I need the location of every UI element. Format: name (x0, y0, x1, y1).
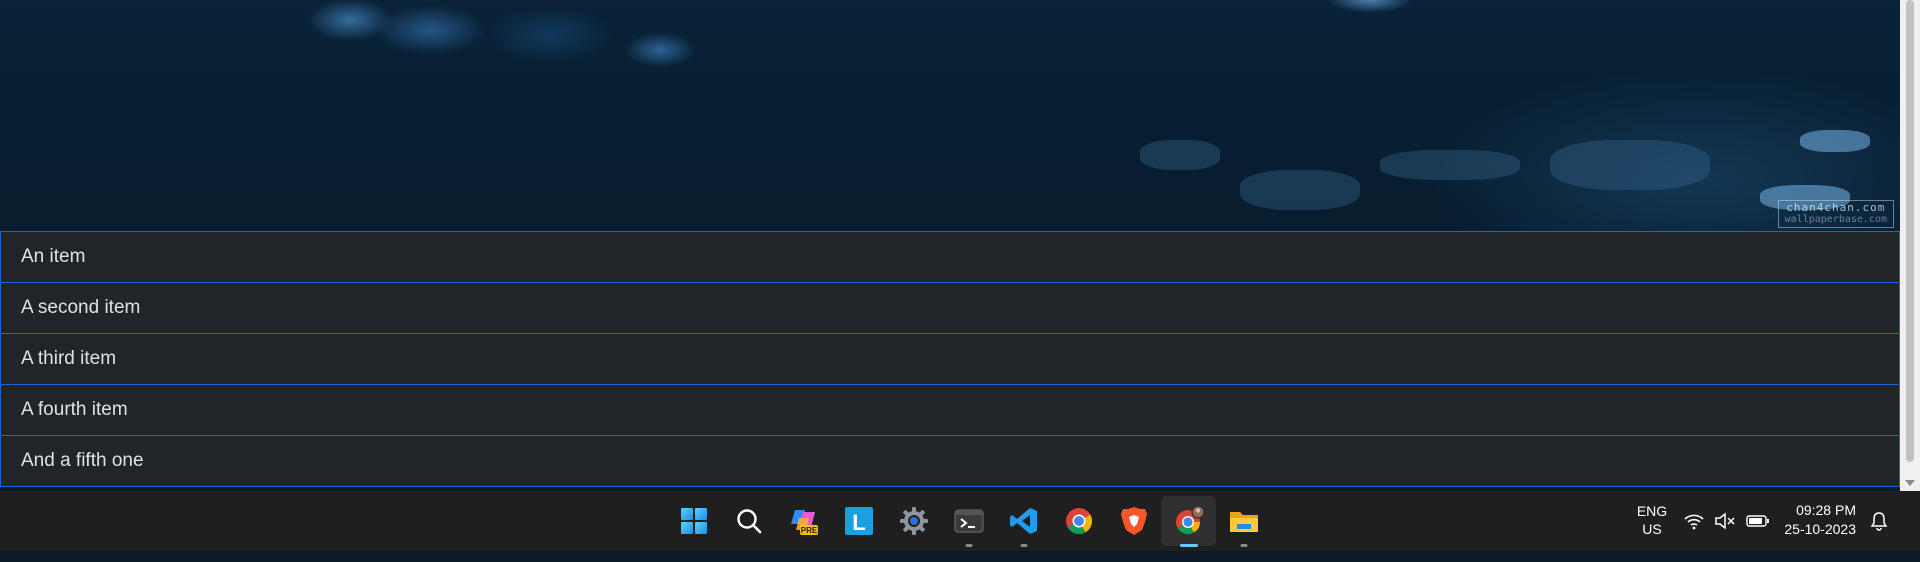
launcher-l-icon: L (844, 507, 873, 535)
scrollbar-thumb[interactable] (1906, 0, 1914, 462)
chrome-profile-icon (1175, 505, 1204, 535)
list-item[interactable]: A second item (0, 282, 1900, 334)
browser-viewport: chan4chan.com wallpaperbase.com An item … (0, 0, 1900, 491)
terminal-button[interactable] (941, 491, 996, 551)
scroll-down-arrow-icon[interactable] (1905, 480, 1915, 486)
vscode-icon (1009, 508, 1037, 534)
copilot-icon: PRE (790, 510, 818, 535)
list-group: An item A second item A third item A fou… (0, 231, 1900, 487)
brave-button[interactable] (1106, 491, 1161, 551)
chrome-button[interactable] (1051, 491, 1106, 551)
search-icon (736, 509, 761, 534)
watermark-subtext: wallpaperbase.com (1784, 214, 1887, 225)
file-explorer-button[interactable] (1216, 491, 1271, 551)
copilot-button[interactable]: PRE (776, 491, 831, 551)
list-item[interactable]: And a fifth one (0, 435, 1900, 487)
list-item[interactable]: An item (0, 231, 1900, 283)
file-explorer-icon (1229, 512, 1258, 532)
vertical-scrollbar[interactable] (1900, 0, 1920, 491)
bell-icon (1870, 512, 1888, 531)
list-item[interactable]: A third item (0, 333, 1900, 385)
language-indicator[interactable]: ENG US (1627, 491, 1677, 562)
taskbar: PRE L ENG US 09:28 PM 25-10-2023 (0, 491, 1920, 551)
clock-date: 25-10-2023 (1784, 521, 1856, 537)
hero-background-image: chan4chan.com wallpaperbase.com (0, 0, 1900, 231)
volume-muted-icon (1715, 512, 1735, 530)
wifi-icon (1684, 514, 1704, 530)
clock-time: 09:28 PM (1796, 502, 1856, 518)
battery-icon (1746, 515, 1769, 527)
system-tray-status[interactable] (1684, 491, 1770, 551)
vscode-button[interactable] (996, 491, 1051, 551)
running-indicator (965, 544, 972, 547)
wallpaper-watermark: chan4chan.com wallpaperbase.com (1777, 200, 1894, 228)
brave-icon (1120, 507, 1147, 535)
preview-badge: PRE (800, 526, 817, 535)
language-code: ENG (1636, 503, 1668, 519)
launcher-l-button[interactable]: L (831, 491, 886, 551)
settings-gear-icon (899, 507, 928, 535)
windows-start-icon (680, 508, 707, 534)
notifications-button[interactable] (1870, 491, 1888, 551)
settings-button[interactable] (886, 491, 941, 551)
chrome-profile-button[interactable] (1161, 496, 1216, 547)
search-button[interactable] (721, 491, 776, 551)
watermark-text: chan4chan.com (1786, 201, 1886, 214)
keyboard-region: US (1642, 521, 1662, 537)
list-item[interactable]: A fourth item (0, 384, 1900, 436)
windows-start-button[interactable] (666, 491, 721, 551)
chrome-icon (1065, 508, 1092, 535)
launcher-letter: L (852, 510, 865, 535)
terminal-icon (954, 509, 983, 533)
taskbar-pinned-apps: PRE L (666, 491, 1271, 551)
running-indicator (1020, 544, 1027, 547)
running-indicator (1240, 544, 1247, 547)
active-indicator (1179, 544, 1198, 547)
